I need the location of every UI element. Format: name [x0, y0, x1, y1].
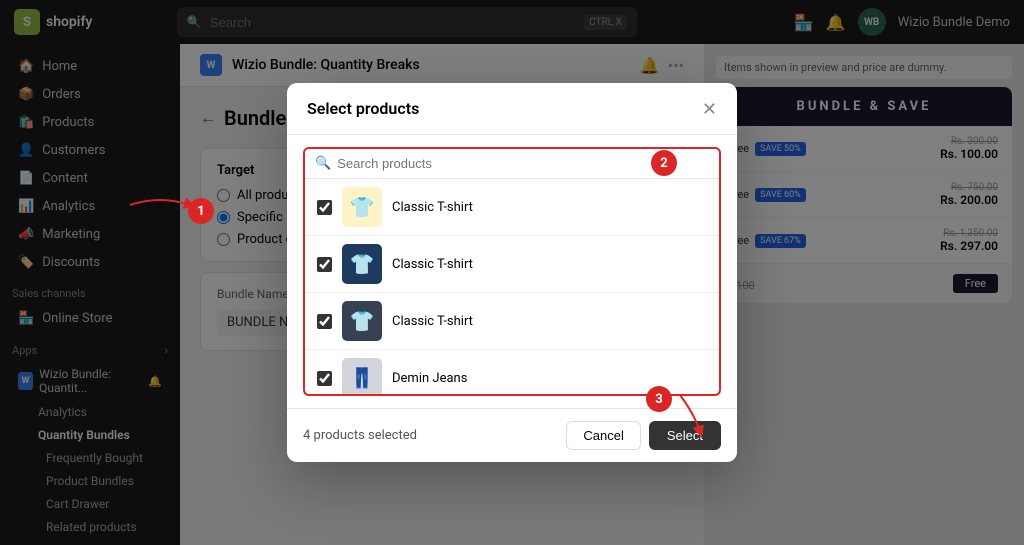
product-item-4[interactable]: 👖 Demin Jeans	[305, 350, 719, 394]
modal-close-button[interactable]: ✕	[702, 100, 717, 118]
product-thumb-4: 👖	[342, 358, 382, 394]
modal-overlay[interactable]: Select products ✕ 🔍 👕 Classic T-shirt	[0, 0, 1024, 545]
modal-search-input[interactable]	[337, 156, 709, 171]
product-thumb-2: 👕	[342, 244, 382, 284]
modal-search-icon: 🔍	[315, 156, 331, 171]
product-item-2[interactable]: 👕 Classic T-shirt	[305, 236, 719, 293]
product-list: 👕 Classic T-shirt 👕 Classic T-shirt 👕 Cl…	[305, 179, 719, 394]
modal-header: Select products ✕	[287, 83, 737, 135]
product-name-1: Classic T-shirt	[392, 200, 473, 215]
product-thumb-3: 👕	[342, 301, 382, 341]
modal-search-wrap: 🔍	[305, 149, 719, 179]
product-name-3: Classic T-shirt	[392, 314, 473, 329]
product-checkbox-2[interactable]	[317, 257, 332, 272]
cancel-button[interactable]: Cancel	[566, 421, 640, 450]
product-checkbox-1[interactable]	[317, 200, 332, 215]
product-name-4: Demin Jeans	[392, 371, 467, 386]
product-checkbox-4[interactable]	[317, 371, 332, 386]
product-item-3[interactable]: 👕 Classic T-shirt	[305, 293, 719, 350]
product-checkbox-3[interactable]	[317, 314, 332, 329]
modal-footer: 4 products selected Cancel Select	[287, 408, 737, 462]
select-button[interactable]: Select	[649, 421, 721, 450]
modal-title: Select products	[307, 99, 419, 118]
product-item-1[interactable]: 👕 Classic T-shirt	[305, 179, 719, 236]
select-products-modal: Select products ✕ 🔍 👕 Classic T-shirt	[287, 83, 737, 462]
product-name-2: Classic T-shirt	[392, 257, 473, 272]
product-thumb-1: 👕	[342, 187, 382, 227]
selected-count: 4 products selected	[303, 428, 417, 443]
